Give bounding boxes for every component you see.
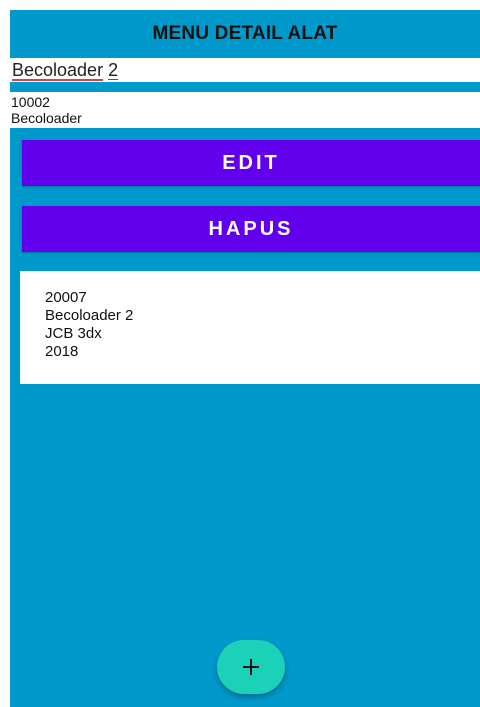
item-model: JCB 3dx — [45, 325, 102, 342]
item-year: 2018 — [45, 343, 79, 360]
name-word-2: 2 — [108, 60, 119, 80]
item-name: Becoloader 2 — [45, 307, 134, 324]
name-word-1: Becoloader — [12, 60, 104, 80]
equipment-info: 10002 Becoloader — [10, 92, 480, 128]
equipment-name-input[interactable]: Becoloader 2 — [10, 58, 480, 82]
app-screen: MENU DETAIL ALAT Becoloader 2 10002 Beco… — [10, 10, 480, 707]
delete-button[interactable]: HAPUS — [22, 206, 480, 252]
item-code: 20007 — [45, 289, 87, 306]
edit-button[interactable]: EDIT — [22, 140, 480, 186]
list-item[interactable]: 20007 Becoloader 2 JCB 3dx 2018 — [20, 271, 480, 384]
equipment-name: Becoloader — [11, 110, 82, 126]
plus-icon — [243, 659, 259, 675]
page-title: MENU DETAIL ALAT — [152, 23, 338, 44]
app-header: MENU DETAIL ALAT — [10, 10, 480, 58]
equipment-code: 10002 — [11, 94, 50, 110]
add-button[interactable] — [217, 640, 285, 694]
